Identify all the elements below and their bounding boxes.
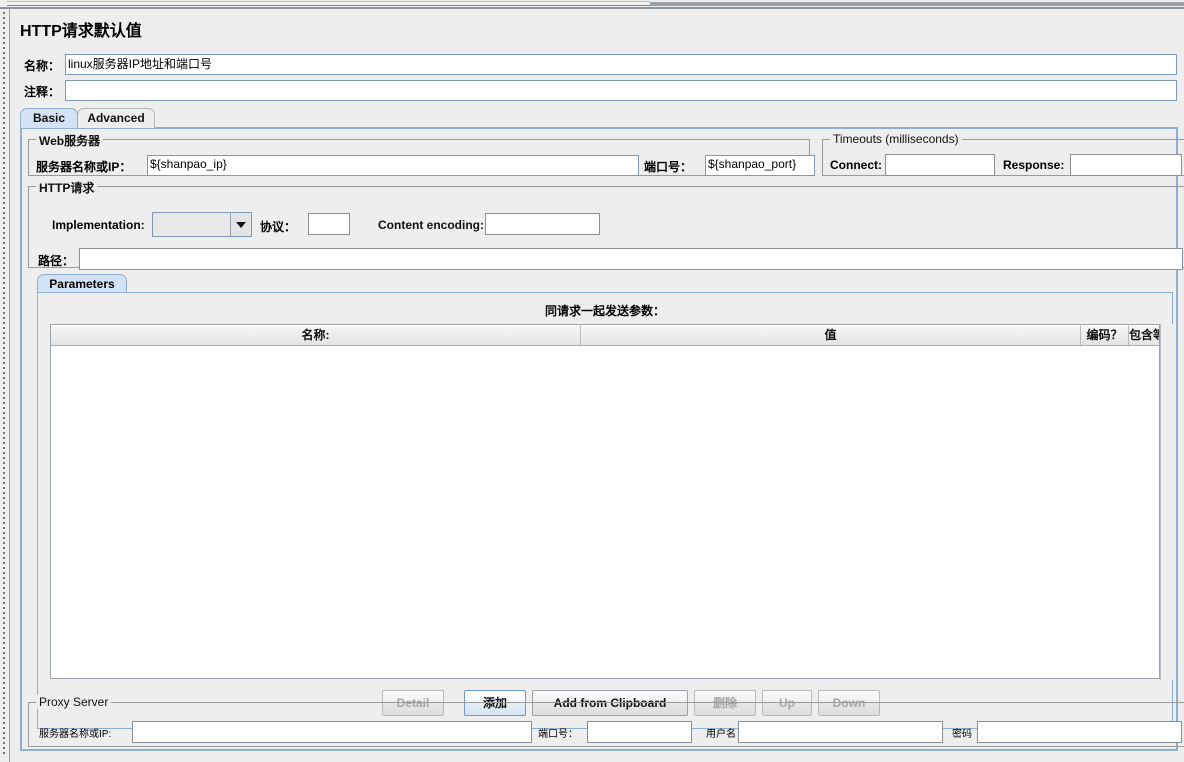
server-port-label: 端口号： xyxy=(644,160,693,174)
proxy-host-input[interactable] xyxy=(132,721,532,743)
parameters-table: 名称: 值 编码？ 包含等于？ xyxy=(50,324,1160,679)
path-label: 路径： xyxy=(38,254,75,268)
implementation-label: Implementation: xyxy=(52,218,145,232)
main-tabstrip: Basic Advanced xyxy=(20,108,1178,128)
parameters-caption: 同请求一起发送参数： xyxy=(544,304,665,318)
chevron-down-icon xyxy=(236,222,246,228)
response-timeout-label: Response: xyxy=(1003,158,1065,172)
left-split-divider[interactable] xyxy=(0,9,9,762)
split-divider-handle[interactable] xyxy=(7,1,650,6)
proxy-port-label: 端口号： xyxy=(538,729,578,740)
comment-label: 注释： xyxy=(24,85,61,99)
server-port-input[interactable]: ${shanpao_port} xyxy=(705,155,815,176)
tab-advanced[interactable]: Advanced xyxy=(77,108,155,128)
name-label: 名称： xyxy=(24,59,61,73)
tab-parameters[interactable]: Parameters xyxy=(37,274,127,293)
server-host-input[interactable]: ${shanpao_ip} xyxy=(147,155,639,176)
basic-tab-panel: Web服务器 服务器名称或IP： ${shanpao_ip} 端口号： ${sh… xyxy=(20,127,1184,751)
implementation-dropdown-button[interactable] xyxy=(230,213,251,236)
content-encoding-label: Content encoding: xyxy=(378,218,484,232)
http-request-group-title: HTTP请求 xyxy=(36,179,98,196)
server-host-label: 服务器名称或IP： xyxy=(36,160,132,174)
proxy-username-label: 用户名 xyxy=(706,729,736,740)
response-timeout-input[interactable] xyxy=(1070,154,1182,176)
implementation-select[interactable] xyxy=(152,212,252,237)
parameters-tabstrip: Parameters xyxy=(37,274,1177,293)
column-header-value[interactable]: 值 xyxy=(581,325,1081,345)
name-input[interactable]: linux服务器IP地址和端口号 xyxy=(65,54,1177,75)
connect-timeout-input[interactable] xyxy=(885,154,995,176)
content-encoding-input[interactable] xyxy=(485,213,600,235)
tab-basic[interactable]: Basic xyxy=(20,108,78,128)
protocol-input[interactable] xyxy=(308,213,350,235)
split-divider-rail xyxy=(650,2,1184,6)
parameters-table-body[interactable] xyxy=(51,346,1159,678)
column-header-encode[interactable]: 编码？ xyxy=(1081,325,1129,345)
parameters-panel: 同请求一起发送参数： 名称: 值 编码？ 包含等于？ Detail 添加 Add… xyxy=(37,292,1174,729)
proxy-port-input[interactable] xyxy=(587,721,692,743)
protocol-label: 协议： xyxy=(260,220,297,234)
split-divider-dots-icon xyxy=(3,12,5,757)
parameters-table-scrollbar[interactable] xyxy=(1160,324,1174,680)
web-server-group-title: Web服务器 xyxy=(36,132,104,149)
proxy-username-input[interactable] xyxy=(738,721,943,743)
proxy-host-label: 服务器名称或IP: xyxy=(39,729,112,740)
path-input[interactable] xyxy=(79,248,1183,270)
comment-input[interactable] xyxy=(65,80,1177,101)
proxy-password-input[interactable] xyxy=(977,721,1182,743)
proxy-password-label: 密码 xyxy=(952,729,972,740)
proxy-server-group-title: Proxy Server xyxy=(36,695,112,709)
column-header-name[interactable]: 名称: xyxy=(51,325,581,345)
top-split-divider[interactable] xyxy=(0,0,1184,9)
connect-timeout-label: Connect: xyxy=(830,158,882,172)
timeouts-group-title: Timeouts (milliseconds) xyxy=(830,132,962,146)
http-defaults-panel: HTTP请求默认值 名称： linux服务器IP地址和端口号 注释： Basic… xyxy=(9,9,1184,762)
parameters-table-header: 名称: 值 编码？ 包含等于？ xyxy=(51,325,1159,346)
column-header-include-equals[interactable]: 包含等于？ xyxy=(1129,325,1159,345)
page-title: HTTP请求默认值 xyxy=(20,23,142,40)
